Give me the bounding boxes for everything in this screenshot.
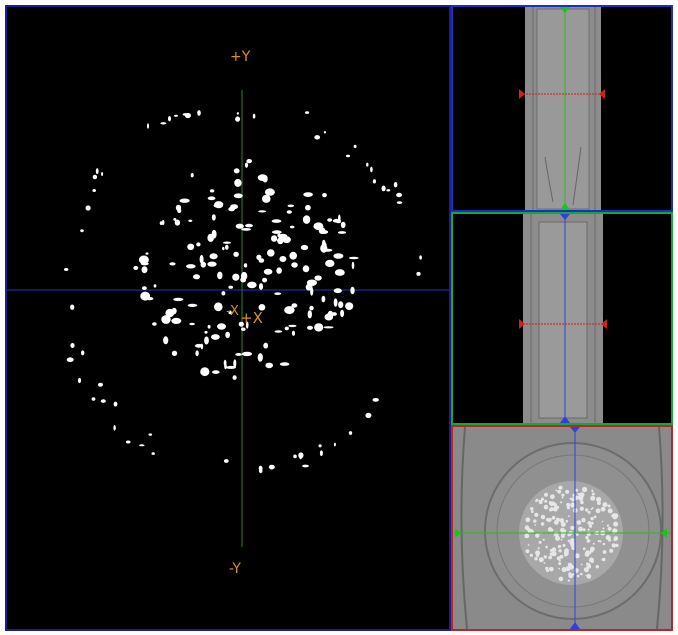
- axial-slice-canvas: [453, 427, 671, 629]
- minus-x-label: -X: [226, 304, 239, 319]
- sagittal-marker-left[interactable]: [519, 89, 525, 99]
- main-3d-view[interactable]: +Y -Y -X +X: [5, 5, 451, 631]
- coronal-view[interactable]: [451, 212, 673, 425]
- sagittal-view[interactable]: [451, 5, 673, 212]
- plus-y-label: +Y: [230, 49, 251, 65]
- axial-slice-view[interactable]: [451, 425, 673, 631]
- sagittal-view-canvas: [519, 7, 605, 210]
- coronal-view-canvas: [519, 214, 607, 423]
- plus-x-label: +X: [240, 309, 263, 327]
- segmented-particles: [64, 110, 422, 474]
- minus-y-label: -Y: [229, 561, 241, 577]
